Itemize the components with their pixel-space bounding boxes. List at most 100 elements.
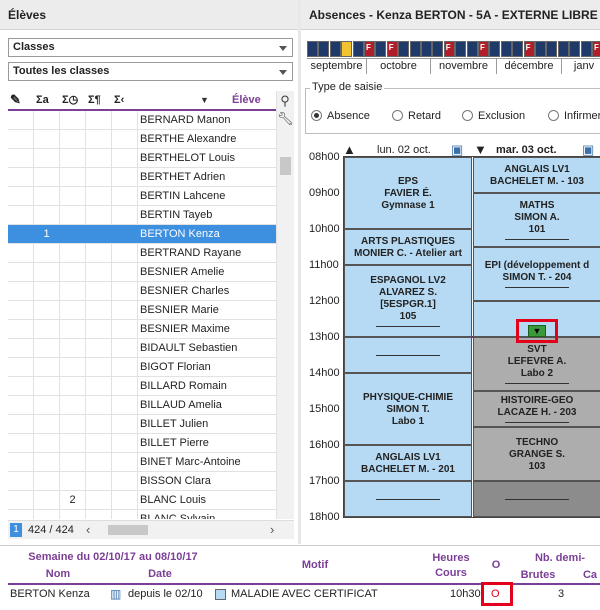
timeline-cell[interactable] (569, 41, 581, 57)
month-label[interactable]: septembre (307, 59, 367, 74)
student-row[interactable]: BINET Marc-Antoine (8, 453, 276, 472)
timeline-cell[interactable] (307, 41, 318, 57)
save-icon[interactable]: ▣ (582, 143, 594, 157)
col-nom-header[interactable]: Nom (8, 567, 108, 581)
col-infirmary-header[interactable]: Σ¶ (88, 91, 101, 109)
course-slot[interactable]: ANGLAIS LV1 BACHELET M. - 201 (344, 445, 472, 481)
student-row[interactable]: BERTIN Lahcene (8, 187, 276, 206)
timeline-cell[interactable] (421, 41, 432, 57)
scroll-left-icon[interactable]: ‹ (86, 521, 90, 539)
radio-dot[interactable] (392, 110, 403, 121)
timeline-cell[interactable]: F (443, 41, 455, 57)
course-slot[interactable]: ESPAGNOL LV2 ALVAREZ S. [5ESPGR.1] 105 (344, 265, 472, 337)
row-motif[interactable]: MALADIE AVEC CERTIFICAT (231, 586, 378, 603)
year-timeline[interactable]: FFFFFF (307, 41, 600, 57)
radio-dot[interactable] (548, 110, 559, 121)
student-row[interactable]: BERNARD Manon (8, 111, 276, 130)
timeline-cell[interactable] (341, 41, 353, 57)
radio-dot[interactable] (462, 110, 473, 121)
timeline-cell[interactable] (398, 41, 410, 57)
timeline-cell[interactable] (500, 41, 512, 57)
student-row[interactable]: BESNIER Marie (8, 301, 276, 320)
timeline-cell[interactable]: F (364, 41, 375, 57)
saisie-radio[interactable]: Retard (392, 109, 441, 123)
timeline-cell[interactable] (557, 41, 569, 57)
timeline-cell[interactable] (466, 41, 478, 57)
student-row[interactable]: BESNIER Charles (8, 282, 276, 301)
col-motif-header[interactable]: Motif (215, 558, 415, 572)
col-absences-header[interactable]: Σa (36, 91, 49, 109)
student-name-header[interactable]: Élève (232, 91, 261, 109)
month-label[interactable]: janv (562, 59, 600, 74)
student-row[interactable]: 1 BERTON Kenza (8, 225, 276, 244)
student-row[interactable]: BIDAULT Sebastien (8, 339, 276, 358)
student-row[interactable]: BERTHELOT Louis (8, 149, 276, 168)
row-date[interactable]: depuis le 02/10 (128, 586, 203, 603)
course-slot[interactable]: SVT LEFEVRE A. Labo 2 (473, 337, 600, 391)
student-row[interactable]: BILLET Julien (8, 415, 276, 434)
student-row[interactable]: 2 BLANC Louis (8, 491, 276, 510)
timeline-cell[interactable] (329, 41, 341, 57)
course-slot[interactable] (344, 481, 472, 517)
course-slot[interactable]: MATHS SIMON A. 101 (473, 193, 600, 247)
timeline-cell[interactable]: F (478, 41, 489, 57)
col-o-header[interactable]: O (484, 558, 508, 572)
edit-icon[interactable]: ✎ (10, 91, 21, 109)
course-slot[interactable]: EPI (développement d SIMON T. - 204 (473, 247, 600, 301)
timeline-cell[interactable] (489, 41, 501, 57)
col-heures-header[interactable]: Heures (420, 551, 482, 565)
col-exclusions-header[interactable]: Σ‹ (114, 91, 124, 109)
col-cours-header[interactable]: Cours (420, 566, 482, 580)
saisie-radio[interactable]: Infirmerie (548, 109, 600, 123)
timeline-cell[interactable] (375, 41, 387, 57)
timeline-cell[interactable] (409, 41, 421, 57)
course-slot[interactable]: HISTOIRE-GEO LACAZE H. - 203 (473, 391, 600, 427)
student-row[interactable]: BERTHET Adrien (8, 168, 276, 187)
student-row[interactable]: BILLET Pierre (8, 434, 276, 453)
arrow-down-icon[interactable]: ▼ (474, 143, 487, 157)
course-slot[interactable] (473, 481, 600, 517)
col-ca-header[interactable]: Ca (575, 568, 600, 582)
timeline-cell[interactable] (318, 41, 330, 57)
timeline-cell[interactable] (580, 41, 592, 57)
timeline-cell[interactable]: F (386, 41, 398, 57)
students-scrollbar[interactable] (276, 91, 294, 519)
student-row[interactable]: BESNIER Amelie (8, 263, 276, 282)
student-row[interactable]: BILLAUD Amelia (8, 396, 276, 415)
timeline-cell[interactable] (352, 41, 364, 57)
class-filter-select[interactable]: Toutes les classes (8, 62, 293, 81)
month-label[interactable]: octobre (367, 59, 431, 74)
student-row[interactable]: BIGOT Florian (8, 358, 276, 377)
scrollbar-thumb[interactable] (280, 157, 291, 175)
horizontal-scroll-thumb[interactable] (108, 525, 148, 535)
student-row[interactable]: BLANC Sylvain (8, 510, 276, 519)
class-type-select[interactable]: Classes (8, 38, 293, 57)
timeline-cell[interactable] (512, 41, 524, 57)
course-slot[interactable]: TECHNO GRANGE S. 103 (473, 427, 600, 481)
row-nom[interactable]: BERTON Kenza (10, 586, 90, 603)
student-row[interactable]: BESNIER Maxime (8, 320, 276, 339)
scroll-right-icon[interactable]: › (270, 521, 274, 539)
download-arrow-icon[interactable]: ▼ (528, 325, 546, 337)
student-row[interactable]: BISSON Clara (8, 472, 276, 491)
course-slot[interactable] (344, 337, 472, 373)
course-slot[interactable]: ANGLAIS LV1 BACHELET M. - 103 (473, 157, 600, 193)
wrench-icon[interactable]: 🔧︎ (277, 111, 294, 127)
timeline-cell[interactable] (455, 41, 467, 57)
timeline-cell[interactable] (546, 41, 558, 57)
save-icon[interactable]: ▣ (451, 143, 463, 157)
course-slot[interactable]: EPS FAVIER É. Gymnase 1 (344, 157, 472, 229)
col-date-header[interactable]: Date (110, 567, 210, 581)
timeline-cell[interactable]: F (592, 41, 600, 57)
col-delays-header[interactable]: Σ◷ (62, 91, 78, 109)
col-brutes-header[interactable]: Brutes (510, 568, 566, 582)
course-slot[interactable]: ARTS PLASTIQUES MONIER C. - Atelier art (344, 229, 472, 265)
student-row[interactable]: BERTIN Tayeb (8, 206, 276, 225)
course-slot[interactable]: PHYSIQUE-CHIMIE SIMON T. Labo 1 (344, 373, 472, 445)
arrow-up-icon[interactable]: ▲ (343, 143, 356, 157)
student-row[interactable]: BERTRAND Rayane (8, 244, 276, 263)
search-icon[interactable]: ⚲ (277, 93, 293, 109)
student-row[interactable]: BILLARD Romain (8, 377, 276, 396)
month-label[interactable]: novembre (431, 59, 497, 74)
saisie-radio[interactable]: Exclusion (462, 109, 525, 123)
